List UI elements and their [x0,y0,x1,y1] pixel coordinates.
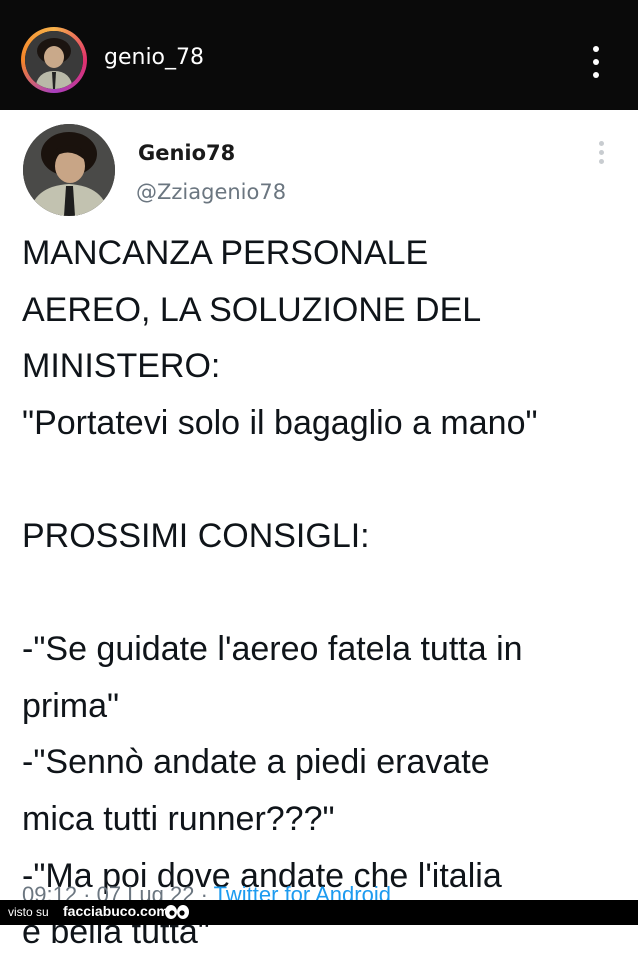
post-header: genio_78 [0,0,638,110]
tweet-line: "Portatevi solo il bagaglio a mano" [22,403,538,442]
visto-su-label: visto su [8,905,49,919]
tweet-line: PROSSIMI CONSIGLI: [22,516,370,555]
tweet-avatar-image [23,124,115,216]
site-logo-text[interactable]: facciabuco.com [63,903,169,919]
profile-avatar-ring[interactable] [21,27,87,93]
tweet-handle[interactable]: @Zziagenio78 [136,180,286,204]
tweet-line: prima" [22,686,120,725]
eyes-logo-icon [165,905,189,919]
tweet-text: MANCANZA PERSONALE AEREO, LA SOLUZIONE D… [22,225,622,961]
watermark-footer: visto su facciabuco.com [0,900,638,925]
tweet-display-name[interactable]: Genio78 [138,141,235,165]
tweet-line: AEREO, LA SOLUZIONE DEL [22,290,482,329]
tweet-metadata: 09:12 · 07 Lug 22 · Twitter for Android [22,882,622,900]
tweet-avatar[interactable] [23,124,115,216]
tweet-more-icon[interactable] [598,140,606,166]
tweet-line: -"Sennò andate a piedi eravate [22,743,490,782]
tweet-line: MINISTERO: [22,347,221,386]
profile-avatar[interactable] [25,31,83,89]
tweet-line: mica tutti runner???" [22,799,335,838]
more-options-icon[interactable] [586,44,606,80]
avatar-image [25,31,83,89]
tweet-source-link[interactable]: Twitter for Android [214,882,391,900]
tweet-line: -"Se guidate l'aereo fatela tutta in [22,630,523,669]
tweet-line: MANCANZA PERSONALE [22,234,429,272]
tweet-timestamp[interactable]: 09:12 · 07 Lug 22 · [22,882,208,900]
header-username[interactable]: genio_78 [104,45,204,70]
